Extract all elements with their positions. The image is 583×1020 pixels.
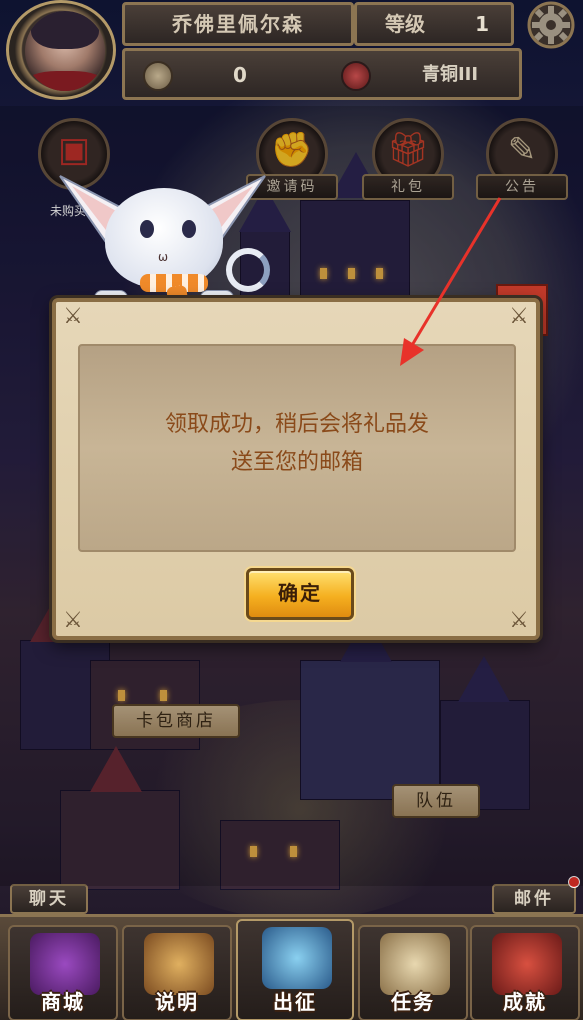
portal-gate-icon [262, 927, 332, 989]
dialog-message-panel: 领取成功，稍后会将礼品发 送至您的邮箱 [78, 344, 516, 552]
confirm-button[interactable]: 确定 [246, 568, 354, 620]
chat-button[interactable]: 聊天 [10, 884, 88, 914]
mail-button[interactable]: 邮件 [492, 884, 576, 914]
level-label: 等级 [385, 12, 425, 36]
corner-ornament: ⚔ [63, 304, 83, 329]
level-value: 1 [475, 12, 489, 36]
nav-tasks-label: 任务 [391, 990, 435, 1014]
avatar-frame[interactable] [6, 0, 116, 100]
player-header: 乔佛里佩尔森 等级 1 0 青铜III [0, 0, 583, 106]
reward-dialog: ⚔ ⚔ ⚔ ⚔ 领取成功，稍后会将礼品发 送至您的邮箱 确定 [52, 298, 540, 640]
corner-ornament: ⚔ [63, 608, 83, 633]
bottom-nav: 商城 说明 出征 任务 成就 [0, 914, 583, 1020]
nav-battle[interactable]: 出征 [236, 919, 354, 1020]
avatar[interactable] [25, 11, 105, 91]
nav-help-label: 说明 [155, 990, 199, 1014]
dialog-message-line-2: 送至您的邮箱 [230, 450, 363, 475]
nav-shop[interactable]: 商城 [8, 925, 118, 1020]
dialog-message-line-1: 领取成功，稍后会将礼品发 [164, 412, 429, 437]
player-name: 乔佛里佩尔森 [172, 12, 304, 36]
corner-ornament: ⚔ [509, 304, 529, 329]
rank-value: 青铜III [421, 64, 479, 85]
settings-gear-icon[interactable] [522, 0, 580, 50]
player-name-plate: 乔佛里佩尔森 [122, 2, 354, 46]
coin-value: 0 [233, 63, 247, 87]
coin-icon [143, 61, 173, 91]
nav-shop-label: 商城 [41, 990, 85, 1014]
nav-help[interactable]: 说明 [122, 925, 232, 1020]
nav-achievements[interactable]: 成就 [470, 925, 580, 1020]
level-plate: 等级 1 [354, 2, 514, 46]
nav-achievements-label: 成就 [503, 990, 547, 1014]
rank-icon [341, 61, 371, 91]
dialog-message: 领取成功，稍后会将礼品发 送至您的邮箱 [120, 406, 474, 482]
corner-ornament: ⚔ [509, 608, 529, 633]
currency-bar: 0 青铜III [122, 48, 522, 100]
nav-battle-label: 出征 [273, 990, 317, 1014]
nav-tasks[interactable]: 任务 [358, 925, 468, 1020]
